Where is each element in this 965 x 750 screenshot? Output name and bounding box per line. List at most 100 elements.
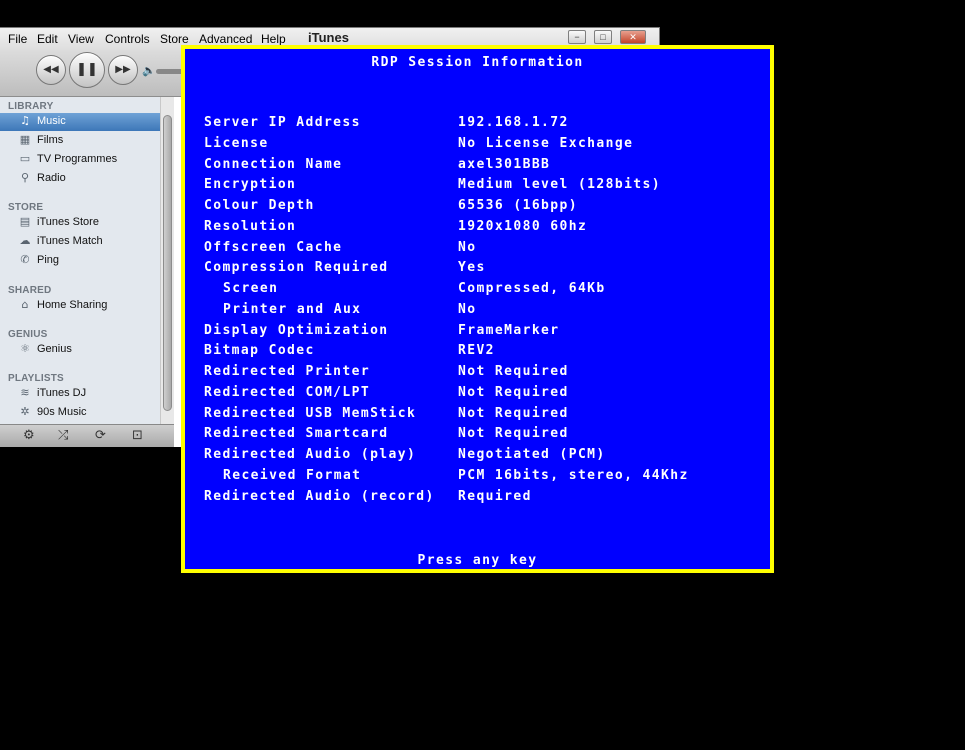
- press-any-key-prompt[interactable]: Press any key: [185, 553, 770, 568]
- minimize-icon[interactable]: −: [568, 30, 586, 44]
- sidebar-item-tv-programmes[interactable]: ▭ TV Programmes: [0, 151, 160, 169]
- sidebar-item-90s-music[interactable]: ✲ 90s Music: [0, 404, 160, 422]
- shuffle-icon[interactable]: ⤮: [58, 428, 68, 443]
- menu-view[interactable]: View: [68, 32, 94, 46]
- info-value: Not Required: [458, 405, 569, 421]
- info-value: Negotiated (PCM): [458, 447, 606, 462]
- info-value: axel301BBB: [458, 156, 551, 172]
- sidebar-item-home-sharing[interactable]: ⌂ Home Sharing: [0, 297, 160, 315]
- info-value: Medium level (128bits): [458, 177, 661, 193]
- volume-icon: 🔈: [142, 64, 156, 77]
- sidebar-item-label: 90s Music: [37, 406, 87, 418]
- info-value: 1920x1080 60hz: [458, 218, 588, 234]
- sidebar: LIBRARY ♫ Music ▦ Films ▭ TV Programmes ⚲ Radio S…: [0, 97, 160, 424]
- previous-track-button[interactable]: ◀◀: [36, 55, 66, 85]
- sidebar-section-library: LIBRARY: [8, 101, 54, 112]
- info-key: Screen: [223, 281, 279, 296]
- sidebar-item-itunes-match[interactable]: ☁ iTunes Match: [0, 233, 160, 251]
- sidebar-item-label: iTunes DJ: [37, 387, 87, 399]
- pause-icon: ❚❚: [76, 62, 98, 77]
- info-key: Resolution: [204, 218, 297, 234]
- sidebar-section-shared: SHARED: [8, 285, 52, 296]
- restore-icon[interactable]: □: [594, 30, 612, 44]
- menu-controls[interactable]: Controls: [105, 32, 150, 46]
- genius-icon: ⚛: [20, 342, 30, 355]
- info-key: Redirected USB MemStick: [204, 405, 417, 421]
- info-value: Compressed, 64Kb: [458, 281, 606, 296]
- home-icon: ⌂: [21, 298, 29, 311]
- dj-icon: ≋: [20, 386, 30, 399]
- music-note-icon: ♫: [20, 114, 30, 127]
- sidebar-item-label: iTunes Store: [37, 216, 99, 228]
- gear-playlist-icon: ✲: [20, 405, 30, 418]
- sidebar-scrollbar[interactable]: [160, 97, 174, 424]
- tv-icon: ▭: [19, 152, 31, 165]
- info-key: Redirected COM/LPT: [204, 384, 371, 400]
- sidebar-item-films[interactable]: ▦ Films: [0, 132, 160, 150]
- next-track-button[interactable]: ▶▶: [108, 55, 138, 85]
- repeat-icon[interactable]: ⟳: [95, 428, 106, 443]
- display-artwork-icon[interactable]: ⊡: [132, 428, 143, 443]
- menu-file[interactable]: File: [8, 32, 27, 46]
- sidebar-item-label: Home Sharing: [37, 299, 108, 311]
- radio-icon: ⚲: [20, 171, 30, 184]
- info-key: License: [204, 135, 269, 151]
- info-key: Display Optimization: [204, 322, 389, 338]
- info-value: No: [458, 301, 477, 317]
- info-value: Not Required: [458, 426, 569, 442]
- info-value: No License Exchange: [458, 135, 634, 151]
- sidebar-item-itunes-store[interactable]: ▤ iTunes Store: [0, 214, 160, 232]
- info-key: Offscreen Cache: [204, 239, 343, 255]
- sidebar-section-playlists: PLAYLISTS: [8, 373, 64, 384]
- app-title: iTunes: [308, 30, 349, 45]
- info-key: Connection Name: [204, 156, 343, 172]
- cloud-icon: ☁: [19, 234, 31, 247]
- menu-edit[interactable]: Edit: [37, 32, 58, 46]
- info-value: Not Required: [458, 364, 569, 379]
- sidebar-item-label: Radio: [37, 172, 66, 184]
- menu-store[interactable]: Store: [160, 32, 189, 46]
- info-key: Redirected Smartcard: [204, 426, 389, 442]
- rdp-session-dialog: RDP Session Information Server IP Addres…: [181, 45, 774, 573]
- sidebar-item-label: Genius: [37, 343, 72, 355]
- scrollbar-thumb[interactable]: [163, 115, 172, 411]
- info-value: 192.168.1.72: [458, 115, 569, 130]
- sidebar-section-store: STORE: [8, 202, 44, 213]
- close-icon[interactable]: ✕: [620, 30, 646, 44]
- info-key: Redirected Audio (play): [204, 447, 417, 462]
- info-key: Compression Required: [204, 260, 389, 276]
- sidebar-item-label: TV Programmes: [37, 153, 118, 165]
- sidebar-bottom-bar: ⚙ ⤮ ⟳ ⊡: [0, 424, 174, 447]
- sidebar-item-genius[interactable]: ⚛ Genius: [0, 341, 160, 359]
- info-key: Colour Depth: [204, 198, 315, 213]
- info-value: No: [458, 239, 477, 255]
- info-value: FrameMarker: [458, 322, 560, 338]
- info-key: Received Format: [223, 467, 362, 483]
- info-value: Required: [458, 488, 532, 504]
- fast-forward-icon: ▶▶: [115, 64, 131, 75]
- info-key: Redirected Audio (record): [204, 488, 435, 504]
- store-icon: ▤: [19, 215, 31, 228]
- sidebar-item-music[interactable]: ♫ Music: [0, 113, 160, 131]
- sidebar-item-ping[interactable]: ✆ Ping: [0, 252, 160, 270]
- sidebar-section-genius: GENIUS: [8, 329, 48, 340]
- sidebar-item-label: Music: [37, 115, 66, 127]
- menu-advanced[interactable]: Advanced: [199, 32, 252, 46]
- pause-button[interactable]: ❚❚: [69, 52, 105, 88]
- settings-gear-icon[interactable]: ⚙: [23, 428, 35, 443]
- menu-help[interactable]: Help: [261, 32, 286, 46]
- sidebar-item-label: Films: [37, 134, 64, 146]
- info-key: Encryption: [204, 177, 297, 193]
- sidebar-item-itunes-dj[interactable]: ≋ iTunes DJ: [0, 385, 160, 403]
- sidebar-item-label: Ping: [37, 254, 60, 266]
- info-key: Redirected Printer: [204, 364, 371, 379]
- dialog-title: RDP Session Information: [371, 55, 584, 70]
- info-value: REV2: [458, 343, 495, 359]
- sidebar-item-label: iTunes Match: [37, 235, 103, 247]
- rewind-icon: ◀◀: [43, 64, 59, 75]
- info-key: Bitmap Codec: [204, 343, 315, 359]
- film-icon: ▦: [19, 133, 31, 146]
- info-value: 65536 (16bpp): [458, 198, 578, 213]
- sidebar-item-radio[interactable]: ⚲ Radio: [0, 170, 160, 188]
- info-value: PCM 16bits, stereo, 44Khz: [458, 467, 689, 483]
